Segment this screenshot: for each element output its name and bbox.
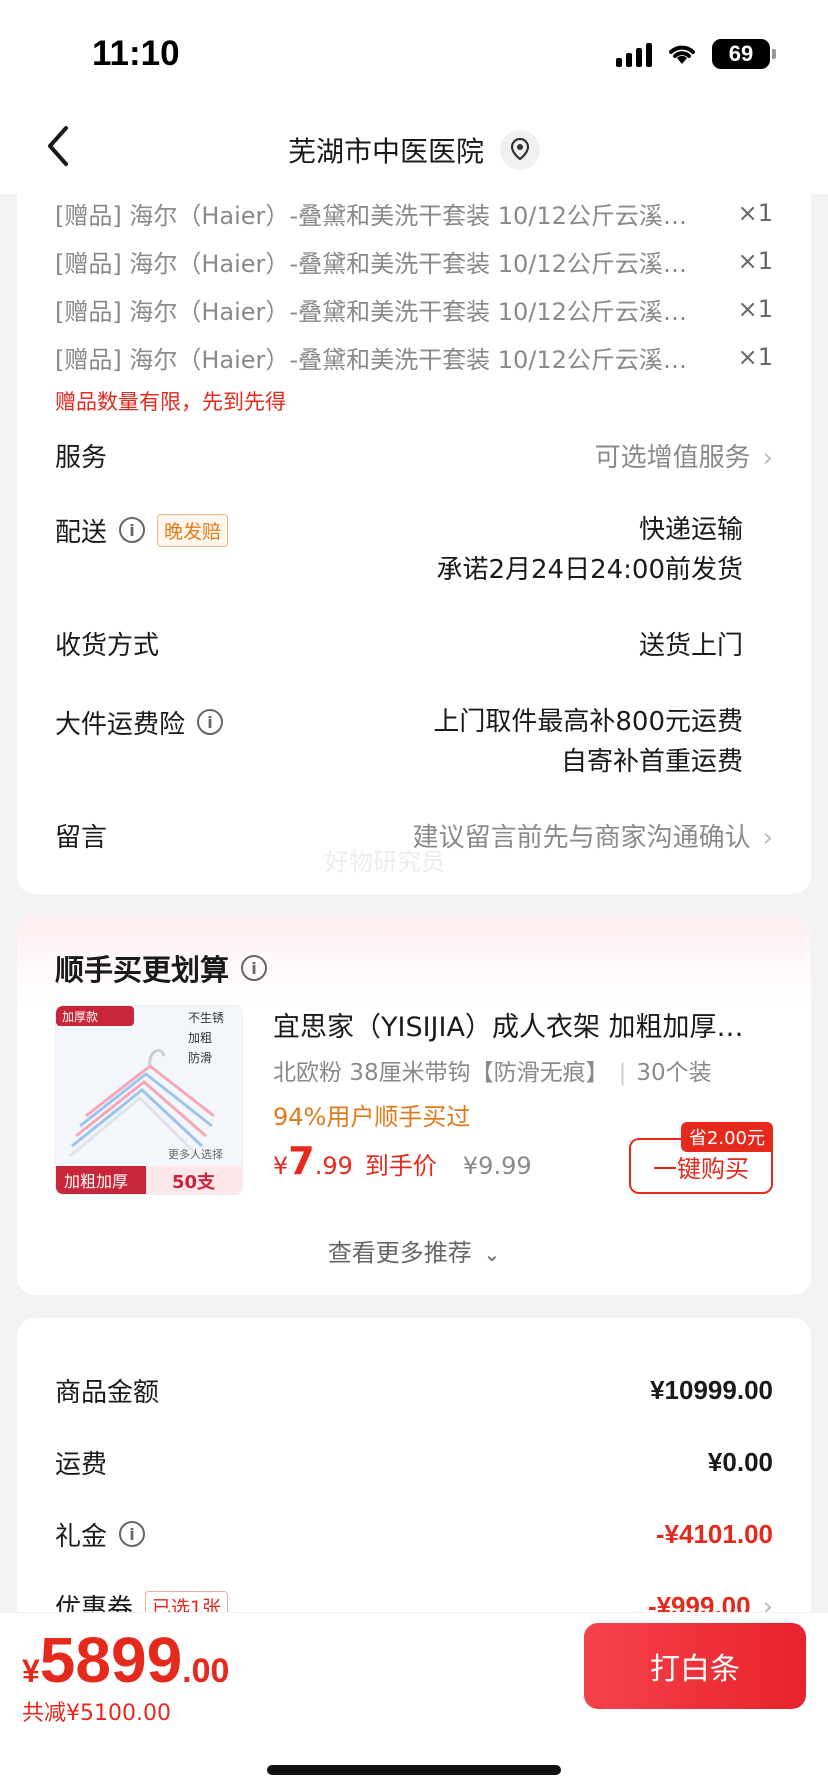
gift-item-qty: ×1	[737, 295, 773, 323]
recommend-title-text: 顺手买更划算	[55, 953, 230, 987]
product-popularity: 94%用户顺手买过	[273, 1103, 471, 1131]
more-recommend-text: 查看更多推荐	[327, 1239, 472, 1267]
checkout-bar: ¥ 5899 .00 共减¥5100.00 打白条	[0, 1612, 828, 1792]
battery-icon: 69	[712, 39, 776, 69]
nav-bar: 芜湖市中医医院	[0, 100, 828, 194]
shipping-value: ¥0.00	[707, 1446, 773, 1477]
insurance-line2: 自寄补首重运费	[560, 747, 743, 777]
product-image-tag: 加粗加厚	[64, 1172, 128, 1191]
delivery-label: 配送	[55, 517, 108, 548]
gift-money-row[interactable]: 礼金 i -¥4101.00	[55, 1514, 773, 1554]
receive-method-row[interactable]: 收货方式 送货上门	[55, 626, 773, 666]
recommend-card: 顺手买更划算 i 加厚款 不生锈 加粗 防滑 更多人选择 加粗加厚 50支 宜思…	[17, 915, 811, 1295]
info-icon[interactable]: i	[119, 1521, 146, 1547]
gift-item-qty: ×1	[737, 199, 773, 227]
gift-item[interactable]: [赠品] 海尔（Haier）-叠黛和美洗干套装 10/12公斤云溪… ×1	[55, 294, 773, 326]
price-symbol: ¥	[273, 1152, 289, 1180]
message-placeholder: 建议留言前先与商家沟通确认	[412, 823, 751, 853]
total-saved[interactable]: 共减¥5100.00	[22, 1695, 171, 1727]
total-price: ¥ 5899 .00	[22, 1623, 229, 1697]
gift-note: 赠品数量有限，先到先得	[55, 390, 286, 414]
insurance-label: 大件运费险	[55, 709, 186, 740]
late-compensation-tag: 晚发赔	[157, 513, 229, 547]
product-price: ¥ 7 .99 到手价 ¥9.99	[273, 1139, 532, 1183]
watermark: 好物研究员	[325, 848, 445, 876]
home-indicator	[267, 1765, 561, 1775]
price-summary-card: 商品金额 ¥10999.00 运费 ¥0.00 礼金 i -¥4101.00 优惠…	[17, 1318, 811, 1624]
goods-amount-label: 商品金额	[55, 1377, 160, 1408]
product-image-feature: 不生锈	[188, 1011, 224, 1025]
status-bar: 11:10 69	[0, 0, 828, 100]
more-recommend-link[interactable]: 查看更多推荐 ⌄	[17, 1233, 811, 1268]
gift-item-qty: ×1	[737, 247, 773, 275]
gift-item-text: [赠品] 海尔（Haier）-叠黛和美洗干套装 10/12公斤云溪…	[55, 345, 687, 374]
price-decimal: .99	[314, 1152, 353, 1180]
goods-amount-row: 商品金额 ¥10999.00	[55, 1370, 773, 1410]
status-icons: 69	[616, 38, 776, 70]
price-integer: 7	[288, 1139, 315, 1183]
status-time: 11:10	[92, 34, 180, 73]
original-price: ¥9.99	[462, 1152, 532, 1180]
page-title: 芜湖市中医医院	[287, 135, 484, 168]
gift-item[interactable]: [赠品] 海尔（Haier）-叠黛和美洗干套装 10/12公斤云溪… ×1	[55, 342, 773, 374]
product-image-count: 50支	[172, 1171, 216, 1193]
service-row[interactable]: 服务 可选增值服务 ›	[55, 438, 773, 478]
receive-value: 送货上门	[638, 631, 743, 661]
shipping-label: 运费	[55, 1449, 108, 1480]
info-icon[interactable]: i	[119, 517, 146, 543]
chevron-down-icon: ⌄	[483, 1242, 501, 1266]
gift-money-label: 礼金	[55, 1521, 108, 1552]
product-image-caption: 更多人选择	[168, 1147, 223, 1161]
goods-amount-value: ¥10999.00	[650, 1374, 773, 1405]
nav-title-wrap: 芜湖市中医医院	[0, 130, 828, 170]
message-label: 留言	[55, 823, 108, 853]
info-icon[interactable]: i	[241, 955, 268, 981]
insurance-line1: 上门取件最高补800元运费	[433, 707, 743, 737]
order-details-card: [赠品] 海尔（Haier）-叠黛和美洗干套装 10/12公斤云溪… ×1 [赠…	[17, 194, 811, 894]
gift-item-text: [赠品] 海尔（Haier）-叠黛和美洗干套装 10/12公斤云溪…	[55, 249, 687, 278]
gift-item-text: [赠品] 海尔（Haier）-叠黛和美洗干套装 10/12公斤云溪…	[55, 297, 687, 326]
chevron-right-icon: ›	[762, 823, 773, 853]
total-decimal: .00	[182, 1652, 230, 1690]
gift-item[interactable]: [赠品] 海尔（Haier）-叠黛和美洗干套装 10/12公斤云溪… ×1	[55, 246, 773, 278]
location-icon[interactable]	[500, 130, 540, 170]
total-integer: 5899	[39, 1624, 183, 1696]
delivery-promise: 承诺2月24日24:00前发货	[436, 555, 743, 585]
price-tag: 到手价	[364, 1152, 437, 1180]
product-spec-text: 北欧粉 38厘米带钩【防滑无痕】	[273, 1060, 609, 1086]
gift-item[interactable]: [赠品] 海尔（Haier）-叠黛和美洗干套装 10/12公斤云溪… ×1	[55, 198, 773, 230]
product-image-feature: 防滑	[188, 1050, 212, 1065]
shipping-row: 运费 ¥0.00	[55, 1442, 773, 1482]
total-symbol: ¥	[22, 1653, 40, 1689]
service-label: 服务	[55, 443, 108, 473]
gift-money-value: -¥4101.00	[655, 1518, 773, 1549]
delivery-method: 快递运输	[638, 515, 743, 545]
product-image-feature: 加粗	[188, 1031, 212, 1045]
recommend-title: 顺手买更划算 i	[55, 947, 268, 989]
chevron-right-icon: ›	[762, 443, 773, 473]
signal-icon	[616, 41, 652, 67]
wifi-icon	[669, 45, 695, 64]
product-title[interactable]: 宜思家（YISIJIA）成人衣架 加粗加厚…	[273, 1005, 773, 1044]
product-qty-text: 30个装	[636, 1060, 712, 1086]
service-value: 可选增值服务	[594, 443, 751, 473]
freight-insurance-row[interactable]: 大件运费险 i 上门取件最高补800元运费 自寄补首重运费	[55, 702, 773, 782]
save-badge: 省2.00元	[680, 1122, 773, 1152]
product-image[interactable]: 加厚款 不生锈 加粗 防滑 更多人选择 加粗加厚 50支	[55, 1005, 243, 1195]
pay-baitiao-button[interactable]: 打白条	[584, 1623, 806, 1709]
gift-item-qty: ×1	[737, 343, 773, 371]
gift-item-text: [赠品] 海尔（Haier）-叠黛和美洗干套装 10/12公斤云溪…	[55, 201, 687, 230]
delivery-row[interactable]: 配送 i 晚发赔 快递运输 承诺2月24日24:00前发货	[55, 510, 773, 590]
product-image-badge: 加厚款	[62, 1010, 98, 1024]
product-spec: 北欧粉 38厘米带钩【防滑无痕】 | 30个装	[273, 1060, 712, 1086]
info-icon[interactable]: i	[197, 709, 224, 735]
receive-label: 收货方式	[55, 631, 160, 661]
